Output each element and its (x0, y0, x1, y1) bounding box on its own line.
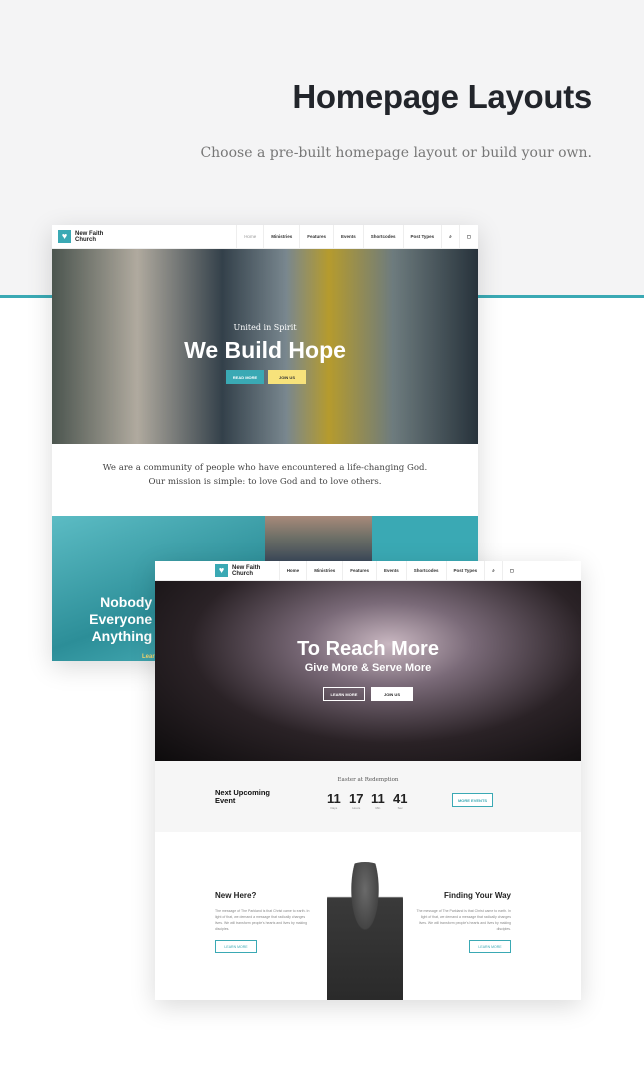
nav-home[interactable]: Home (236, 225, 263, 248)
logo[interactable]: ♥ New Faith Church (58, 230, 105, 243)
heart-logo-icon: ♥ (58, 230, 71, 243)
join-us-button[interactable]: JOIN US (371, 687, 413, 701)
page-title: Homepage Layouts (292, 78, 592, 115)
nav-events[interactable]: Events (332, 225, 363, 248)
layout-preview-2[interactable]: ♥ New Faith Church Home Ministries Featur… (155, 561, 581, 1000)
concert-hero-image: To Reach More Give More & Serve More LEA… (155, 581, 581, 761)
navbar: ♥ New Faith Church Home Ministries Featur… (52, 225, 478, 249)
intro-text: We are a community of people who have en… (102, 463, 428, 487)
countdown-minutes: 11 Min (371, 791, 385, 810)
nav-events[interactable]: Events (375, 561, 406, 580)
strip-heading: Nobody i Everyone i Anything i (89, 594, 160, 644)
heart-logo-icon: ♥ (215, 564, 228, 577)
nav-shortcodes[interactable]: Shortcodes (405, 561, 446, 580)
learn-more-button[interactable]: LEARN MORE (469, 940, 511, 953)
hero-subtitle: Give More & Serve More (304, 662, 432, 674)
join-us-button[interactable]: JOIN US (268, 370, 306, 384)
cart-icon[interactable]: ▢ (501, 561, 521, 580)
finding-your-way-column: Finding Your Way The message of The Park… (416, 891, 511, 953)
hero-title: To Reach More (297, 638, 439, 660)
event-countdown: Next Upcoming Event Easter at Redemption… (155, 761, 581, 832)
nav-shortcodes[interactable]: Shortcodes (362, 225, 403, 248)
search-icon[interactable]: ⌕ (441, 225, 459, 248)
hero-kicker: United in Spirit (233, 323, 297, 332)
nav-features[interactable]: Features (299, 225, 333, 248)
photo-group (265, 516, 372, 561)
read-more-button[interactable]: READ MORE (226, 370, 264, 384)
cart-icon[interactable]: ▢ (458, 225, 478, 248)
nav-ministries[interactable]: Ministries (306, 561, 342, 580)
page-subtitle: Choose a pre-built homepage layout or bu… (200, 145, 592, 161)
learn-more-button[interactable]: LEARN MORE (323, 687, 365, 701)
nav-post-types[interactable]: Post Types (402, 225, 442, 248)
countdown-hours: 17 Hours (349, 791, 364, 810)
welcome-section: New Here? The message of The Parkland is… (155, 832, 581, 1000)
more-events-button[interactable]: MORE EVENTS (452, 793, 493, 807)
countdown-days: 11 Days (327, 791, 341, 810)
nav-home[interactable]: Home (278, 561, 307, 580)
event-name: Easter at Redemption (337, 777, 399, 783)
learn-more-link[interactable]: Lear (142, 654, 155, 660)
navbar: ♥ New Faith Church Home Ministries Featur… (155, 561, 581, 581)
person-photo (327, 862, 403, 1000)
search-icon[interactable]: ⌕ (484, 561, 502, 580)
learn-more-button[interactable]: LEARN MORE (215, 940, 257, 953)
logo[interactable]: ♥ New Faith Church (215, 564, 262, 577)
countdown-seconds: 41 Sec (393, 791, 408, 810)
nav-post-types[interactable]: Post Types (445, 561, 485, 580)
new-here-column: New Here? The message of The Parkland is… (215, 891, 310, 953)
event-label: Next Upcoming Event (215, 788, 271, 805)
hero-image: United in Spirit We Build Hope READ MORE… (52, 249, 478, 444)
nav-ministries[interactable]: Ministries (263, 225, 299, 248)
nav-features[interactable]: Features (342, 561, 376, 580)
hero-title: We Build Hope (184, 337, 346, 363)
